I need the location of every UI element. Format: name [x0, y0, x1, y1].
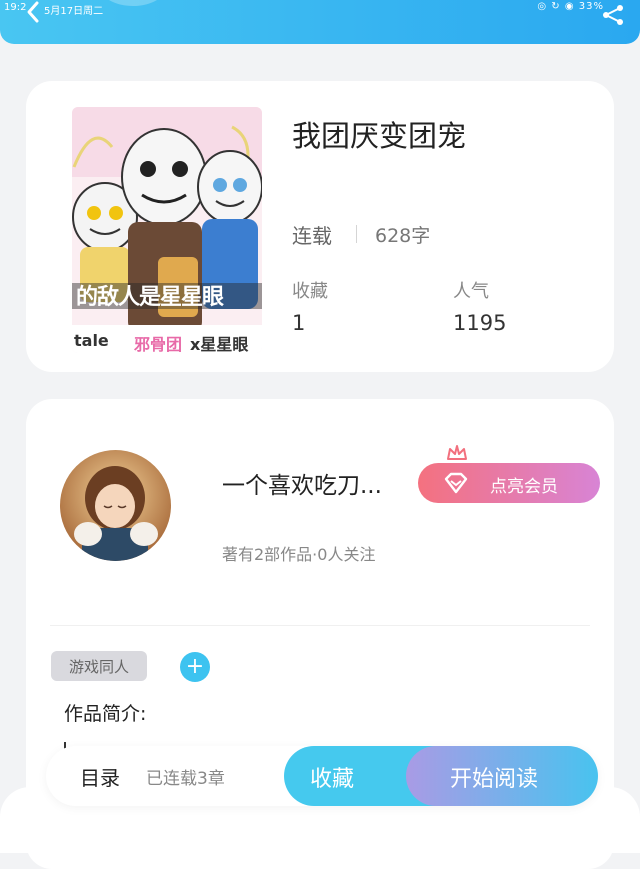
book-title: 我团厌变团宠 [292, 119, 467, 153]
cover-bottom-left-text: tale [74, 331, 109, 350]
status-date: 5月17日周二 [44, 6, 104, 17]
cover-bottom-pink-text: 邪骨团 [134, 335, 183, 353]
bottom-action-bar: 目录 已连载3章 收藏 开始阅读 [46, 746, 598, 806]
genre-tag[interactable]: 游戏同人 [51, 651, 147, 681]
divider [50, 625, 590, 626]
toc-button[interactable]: 目录 [80, 762, 120, 791]
add-tag-button[interactable]: + [180, 652, 210, 682]
author-avatar[interactable] [60, 450, 171, 561]
author-stats: 著有2部作品·0人关注 [222, 545, 376, 564]
start-reading-button[interactable]: 开始阅读 [406, 746, 598, 806]
favorites-label: 收藏 [292, 281, 328, 302]
diamond-icon [444, 472, 468, 494]
cover-bottom-dark-text: x星星眼 [190, 335, 249, 353]
book-cover[interactable]: 的敌人是星星眼 tale 邪骨团 x星星眼 [72, 107, 262, 353]
status-bubble-decoration [98, 0, 168, 6]
back-button[interactable] [22, 0, 46, 24]
stat-divider [356, 225, 357, 243]
book-info-card: 的敌人是星星眼 tale 邪骨团 x星星眼 我团厌变团宠 连载 628字 收藏 … [26, 81, 614, 372]
intro-label: 作品简介: [64, 703, 147, 725]
vip-button-label: 点亮会员 [490, 477, 558, 497]
popularity-value: 1195 [453, 311, 507, 335]
start-reading-label: 开始阅读 [450, 767, 539, 792]
status-indicators: ◎ ↻ ◉ 33% [537, 1, 604, 12]
share-icon[interactable] [600, 2, 626, 28]
activate-vip-button[interactable]: 点亮会员 [418, 463, 600, 503]
crown-icon [447, 445, 467, 460]
status-bar: 19:2 5月17日周二 ◎ ↻ ◉ 33% [0, 0, 640, 44]
author-name[interactable]: 一个喜欢吃刀... [222, 466, 382, 500]
collect-button-label: 收藏 [310, 767, 355, 792]
popularity-label: 人气 [453, 281, 489, 302]
serial-status: 连载 [292, 224, 332, 248]
back-arrow-icon [27, 1, 39, 23]
chapter-count: 已连载3章 [146, 769, 225, 789]
favorites-value: 1 [292, 311, 306, 335]
word-count: 628字 [375, 225, 431, 247]
cover-overlay-text: 的敌人是星星眼 [76, 285, 224, 310]
